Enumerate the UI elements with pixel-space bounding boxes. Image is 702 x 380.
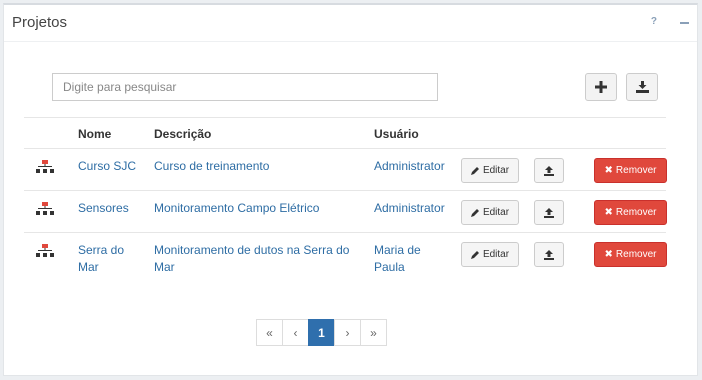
add-project-button[interactable] xyxy=(585,73,617,101)
remove-button[interactable]: ✖ Remover xyxy=(594,242,667,267)
column-header-description: Descrição xyxy=(154,127,212,141)
remove-label: Remover xyxy=(615,249,657,260)
panel-header: Projetos ? xyxy=(4,5,697,42)
header-rule xyxy=(24,148,666,149)
column-header-name: Nome xyxy=(78,127,112,141)
project-name-link[interactable]: Sensores xyxy=(78,200,144,217)
project-description[interactable]: Monitoramento de dutos na Serra do Mar xyxy=(154,242,354,276)
pencil-icon xyxy=(470,209,479,217)
pagination-last-button[interactable]: » xyxy=(360,319,387,346)
projects-panel: Projetos ? Nome Descrição Usuário Curso … xyxy=(3,3,698,376)
help-icon[interactable]: ? xyxy=(651,16,657,27)
project-description[interactable]: Curso de treinamento xyxy=(154,158,354,175)
project-hierarchy-icon xyxy=(36,244,54,257)
plus-icon xyxy=(595,81,607,93)
upload-icon xyxy=(544,207,554,218)
pagination-page-1[interactable]: 1 xyxy=(308,319,335,346)
project-description[interactable]: Monitoramento Campo Elétrico xyxy=(154,200,354,217)
row-rule xyxy=(24,190,666,191)
pencil-icon xyxy=(470,167,479,175)
project-name-link[interactable]: Serra do Mar xyxy=(78,242,138,276)
upload-icon xyxy=(544,249,554,260)
upload-button[interactable] xyxy=(534,242,564,267)
column-header-user: Usuário xyxy=(374,127,419,141)
remove-button[interactable]: ✖ Remover xyxy=(594,158,667,183)
remove-button[interactable]: ✖ Remover xyxy=(594,200,667,225)
pagination-first-button[interactable]: « xyxy=(256,319,283,346)
minimize-icon[interactable] xyxy=(680,22,689,24)
remove-label: Remover xyxy=(615,207,657,218)
edit-button[interactable]: Editar xyxy=(461,158,519,183)
close-icon: ✖ xyxy=(604,249,613,260)
edit-button[interactable]: Editar xyxy=(461,242,519,267)
pencil-icon xyxy=(470,251,479,259)
remove-label: Remover xyxy=(615,165,657,176)
close-icon: ✖ xyxy=(604,207,613,218)
upload-button[interactable] xyxy=(534,158,564,183)
row-rule xyxy=(24,232,666,233)
project-user: Maria de Paula xyxy=(374,243,421,274)
download-tray-icon xyxy=(635,81,649,93)
search-input[interactable] xyxy=(52,73,438,101)
table-top-rule xyxy=(24,117,666,118)
panel-title: Projetos xyxy=(12,14,68,31)
pagination: « ‹ 1 › » xyxy=(256,319,387,346)
project-hierarchy-icon xyxy=(36,160,54,173)
project-user: Administrator xyxy=(374,159,445,173)
close-icon: ✖ xyxy=(604,165,613,176)
pagination-next-button[interactable]: › xyxy=(334,319,361,346)
project-hierarchy-icon xyxy=(36,202,54,215)
project-user: Administrator xyxy=(374,201,445,215)
edit-label: Editar xyxy=(482,165,510,176)
edit-label: Editar xyxy=(482,207,510,218)
edit-button[interactable]: Editar xyxy=(461,200,519,225)
pagination-prev-button[interactable]: ‹ xyxy=(282,319,309,346)
project-name-link[interactable]: Curso SJC xyxy=(78,158,144,175)
import-project-button[interactable] xyxy=(626,73,658,101)
upload-icon xyxy=(544,165,554,176)
upload-button[interactable] xyxy=(534,200,564,225)
edit-label: Editar xyxy=(482,249,510,260)
